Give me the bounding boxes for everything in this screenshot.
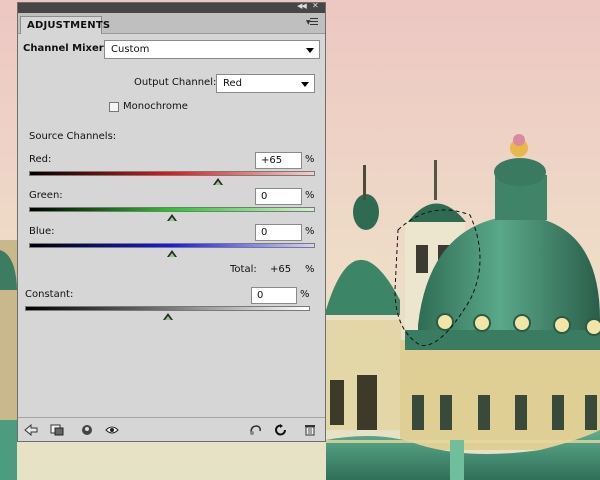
reset-previous-icon[interactable] <box>248 424 262 436</box>
constant-input[interactable]: 0 <box>251 287 297 304</box>
tab-adjustments[interactable]: ADJUSTMENTS <box>20 16 110 34</box>
red-channel-label: Red: <box>29 154 52 165</box>
output-channel-dropdown[interactable]: Red <box>216 74 315 93</box>
total-unit: % <box>305 264 315 275</box>
adjustments-panel: ◀◀ ✕ ADJUSTMENTS ▼ Channel Mixer Custom … <box>17 1 326 442</box>
output-channel-label: Output Channel: <box>134 77 217 88</box>
chevron-down-icon <box>301 82 309 87</box>
panel-titlebar: ◀◀ ✕ <box>18 1 325 13</box>
green-channel-unit: % <box>305 190 315 201</box>
back-arrow-icon[interactable] <box>24 424 38 436</box>
output-channel-value: Red <box>223 78 242 89</box>
constant-unit: % <box>300 289 310 300</box>
monochrome-checkbox[interactable] <box>109 102 119 112</box>
constant-label: Constant: <box>25 289 74 300</box>
green-channel-slider[interactable] <box>29 207 315 212</box>
red-channel-input[interactable]: +65 <box>255 152 302 169</box>
panel-bottom-toolbar <box>18 417 325 441</box>
red-channel-slider[interactable] <box>29 171 315 176</box>
close-panel-icon[interactable]: ✕ <box>312 1 319 10</box>
blue-channel-input[interactable]: 0 <box>255 224 302 241</box>
reset-icon[interactable] <box>274 424 288 436</box>
preset-dropdown-value: Custom <box>111 44 150 55</box>
preset-dropdown[interactable]: Custom <box>104 40 320 59</box>
blue-channel-slider[interactable] <box>29 243 315 248</box>
green-channel-input[interactable]: 0 <box>255 188 302 205</box>
collapse-panel-icon[interactable]: ◀◀ <box>297 2 307 10</box>
panel-menu-icon[interactable]: ▼ <box>306 16 320 28</box>
blue-channel-unit: % <box>305 226 315 237</box>
green-channel-label: Green: <box>29 190 63 201</box>
visibility-state-icon[interactable] <box>80 424 94 436</box>
trash-icon[interactable] <box>303 424 317 436</box>
total-value: +65 <box>270 264 292 275</box>
red-channel-unit: % <box>305 154 315 165</box>
eye-icon[interactable] <box>105 424 119 436</box>
constant-slider[interactable] <box>25 306 310 311</box>
channel-mixer-title: Channel Mixer <box>23 43 104 54</box>
panel-tab-strip: ADJUSTMENTS ▼ <box>18 13 325 34</box>
blue-channel-label: Blue: <box>29 226 55 237</box>
monochrome-label: Monochrome <box>123 101 188 112</box>
clip-layer-icon[interactable] <box>50 424 64 436</box>
total-label: Total: <box>230 264 257 275</box>
chevron-down-icon <box>306 48 314 53</box>
source-channels-label: Source Channels: <box>29 131 117 142</box>
